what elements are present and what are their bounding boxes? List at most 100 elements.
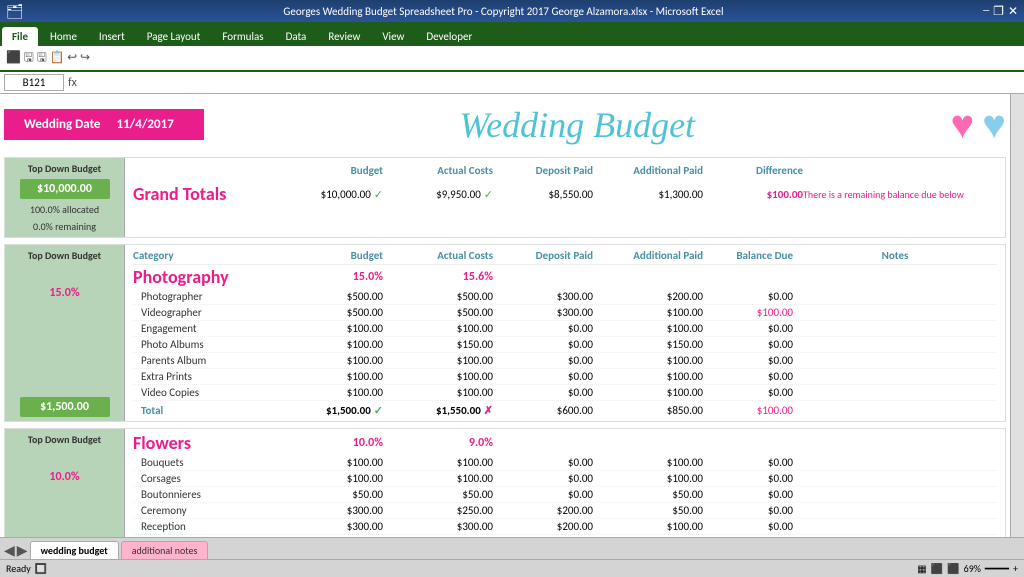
window-title: Georges Wedding Budget Spreadsheet Pro -…	[24, 5, 983, 18]
status-left: Ready 🔲	[6, 562, 47, 575]
view-normal-icon[interactable]: ▦	[917, 562, 926, 575]
allocated-text: 100.0% allocated	[30, 203, 99, 216]
close-icon[interactable]: ✕	[1008, 4, 1018, 19]
top-down-budget-label: Top Down Budget	[28, 162, 101, 175]
flowers-row-bouquets: Bouquets $100.00 $100.00 $0.00 $100.00 $…	[133, 455, 997, 471]
flowers-row-corsages: Corsages $100.00 $100.00 $0.00 $100.00 $…	[133, 471, 997, 487]
photo-row-albums: Photo Albums $100.00 $150.00 $0.00 $150.…	[133, 337, 997, 353]
flowers-pct-budget: 10.0%	[283, 436, 383, 450]
tab-insert[interactable]: Insert	[89, 27, 135, 46]
sheet-tab-additional-notes[interactable]: additional notes	[121, 541, 209, 559]
budget-check-icon: ✓	[374, 188, 383, 201]
grand-total-notes: There is a remaining balance due below	[803, 188, 997, 201]
grand-totals-left-panel: Top Down Budget $10,000.00 100.0% alloca…	[5, 158, 125, 237]
minimize-icon[interactable]: ─	[983, 4, 989, 19]
tab-view[interactable]: View	[372, 27, 414, 46]
flowers-name-row: Flowers 10.0% 9.0%	[133, 431, 997, 455]
window-controls-right[interactable]: ─ ❐ ✕	[983, 4, 1018, 19]
ribbon-area: ⬛ 🖫 🖫 📋 ↩ ↪	[0, 46, 1024, 72]
sheet-tabs: ◀ ▶ wedding budget additional notes	[0, 537, 1024, 559]
ribbon-icons: ⬛ 🖫 🖫 📋 ↩ ↪	[6, 48, 90, 69]
photo-header-budget: Budget	[283, 249, 383, 262]
header-additional-col: Additional Paid	[593, 164, 703, 177]
cell-reference[interactable]: B121	[4, 74, 64, 91]
view-layout-icon[interactable]: ⬛	[931, 562, 943, 575]
photo-top-down-label: Top Down Budget	[28, 249, 101, 262]
fx-label: fx	[68, 76, 77, 90]
wedding-title: Wedding Budget	[204, 104, 951, 146]
grand-total-difference-val: $100.00	[703, 188, 803, 201]
grand-total-actual-val: $9,950.00✓	[383, 188, 493, 201]
tab-page-layout[interactable]: Page Layout	[137, 27, 211, 46]
sheet-tab-wedding-budget[interactable]: wedding budget	[30, 541, 119, 559]
prev-sheet-icon[interactable]: ◀	[4, 542, 15, 559]
zoom-level: 69%	[964, 562, 981, 575]
grand-total-additional-val: $1,300.00	[593, 188, 703, 201]
zoom-slider[interactable]: ━━━━	[985, 562, 1009, 575]
tab-review[interactable]: Review	[318, 27, 370, 46]
photo-header-actual: Actual Costs	[383, 249, 493, 262]
grand-total-data-row: Grand Totals $10,000.00✓ $9,950.00✓ $8,5…	[133, 181, 997, 207]
next-sheet-icon[interactable]: ▶	[17, 542, 28, 559]
photography-name-row: Photography 15.0% 15.6%	[133, 265, 997, 289]
ready-status: Ready	[6, 562, 31, 575]
photography-right-panel: Category Budget Actual Costs Deposit Pai…	[125, 245, 1005, 421]
grand-totals-section: Top Down Budget $10,000.00 100.0% alloca…	[4, 157, 1006, 238]
photography-name: Photography	[133, 266, 283, 288]
grand-total-budget-val: $10,000.00✓	[283, 188, 383, 201]
photography-pct-actual: 15.6%	[383, 270, 493, 284]
header-name-col	[133, 164, 283, 177]
tab-data[interactable]: Data	[276, 27, 317, 46]
status-bar: Ready 🔲 ▦ ⬛ ⬛ 69% ━━━━ +	[0, 559, 1024, 577]
grand-totals-name: Grand Totals	[133, 183, 283, 205]
tab-formulas[interactable]: Formulas	[212, 27, 273, 46]
vertical-scrollbar[interactable]	[1010, 94, 1024, 537]
tab-file[interactable]: File	[2, 27, 38, 46]
wedding-header: Wedding Date 11/4/2017 Wedding Budget ♥ …	[4, 98, 1006, 151]
photo-row-video-copies: Video Copies $100.00 $100.00 $0.00 $100.…	[133, 385, 997, 401]
photo-row-extra-prints: Extra Prints $100.00 $100.00 $0.00 $100.…	[133, 369, 997, 385]
window-controls-left[interactable]: 🗂	[6, 3, 24, 20]
view-pagebreak-icon[interactable]: ⬛	[947, 562, 959, 575]
flowers-section: Top Down Budget 10.0% $1,000.00 Flowers …	[4, 428, 1006, 537]
wedding-date-label: Wedding Date	[24, 117, 100, 132]
photo-header-notes: Notes	[793, 249, 997, 262]
wedding-date-value: 11/4/2017	[116, 117, 173, 132]
header-actual-col: Actual Costs	[383, 164, 493, 177]
status-right: ▦ ⬛ ⬛ 69% ━━━━ +	[917, 562, 1018, 575]
grand-totals-right-panel: Budget Actual Costs Deposit Paid Additio…	[125, 158, 1005, 237]
status-icon: 🔲	[35, 562, 47, 575]
blue-heart-icon: ♥	[982, 100, 1006, 149]
header-deposit-col: Deposit Paid	[493, 164, 593, 177]
grand-total-deposit-val: $8,550.00	[493, 188, 593, 201]
photo-row-parents-album: Parents Album $100.00 $100.00 $0.00 $100…	[133, 353, 997, 369]
flowers-right-panel: Flowers 10.0% 9.0% Bouquets $100.00 $100…	[125, 429, 1005, 537]
hearts-decoration: ♥ ♥	[951, 100, 1007, 149]
remaining-text: 0.0% remaining	[33, 220, 96, 233]
flowers-row-florist: Florist $100.00 $50.00 $50.00 $0.00 $0.0…	[133, 535, 997, 537]
photo-header-category: Category	[133, 249, 283, 262]
header-budget-col: Budget	[283, 164, 383, 177]
photo-row-videographer: Videographer $500.00 $500.00 $300.00 $10…	[133, 305, 997, 321]
photo-header-deposit: Deposit Paid	[493, 249, 593, 262]
flowers-top-down-label: Top Down Budget	[28, 433, 101, 446]
flowers-row-reception: Reception $300.00 $300.00 $200.00 $100.0…	[133, 519, 997, 535]
photo-row-photographer: Photographer $500.00 $500.00 $300.00 $20…	[133, 289, 997, 305]
wedding-date-box: Wedding Date 11/4/2017	[4, 109, 204, 140]
header-difference-col: Difference	[703, 164, 803, 177]
zoom-in-icon[interactable]: +	[1013, 562, 1018, 575]
header-notes-col	[803, 164, 997, 177]
restore-icon[interactable]: ❐	[993, 4, 1004, 19]
tab-developer[interactable]: Developer	[416, 27, 482, 46]
tab-home[interactable]: Home	[40, 27, 87, 46]
photography-left-panel: Top Down Budget 15.0% $1,500.00	[5, 245, 125, 421]
spreadsheet-area: Wedding Date 11/4/2017 Wedding Budget ♥ …	[0, 94, 1010, 537]
formula-input[interactable]	[81, 77, 1020, 89]
flowers-pct-actual: 9.0%	[383, 436, 493, 450]
title-bar: 🗂 Georges Wedding Budget Spreadsheet Pro…	[0, 0, 1024, 22]
photo-total-actual-check: ✗	[484, 404, 493, 417]
photography-section: Top Down Budget 15.0% $1,500.00 Category…	[4, 244, 1006, 422]
ribbon-tabs: File Home Insert Page Layout Formulas Da…	[0, 22, 1024, 46]
actual-check-icon: ✓	[484, 188, 493, 201]
photography-header-row: Category Budget Actual Costs Deposit Pai…	[133, 247, 997, 265]
